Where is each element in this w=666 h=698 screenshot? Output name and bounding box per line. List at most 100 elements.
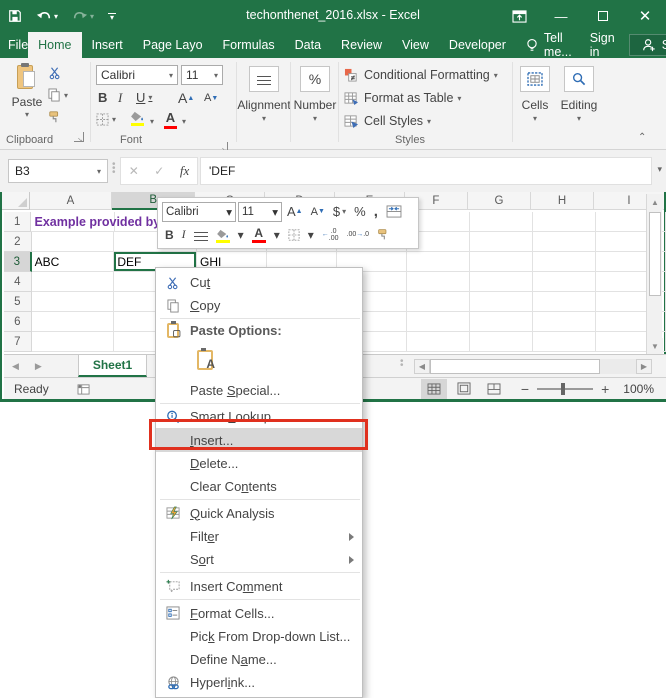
tab-formulas[interactable]: Formulas <box>213 32 285 58</box>
mini-currency-button[interactable]: $▾ <box>330 202 349 222</box>
menu-item-pick-from-list[interactable]: Pick From Drop-down List... <box>156 625 362 648</box>
row-header-7[interactable]: 7 <box>4 332 32 352</box>
row-header-1[interactable]: 1 <box>4 212 31 232</box>
macro-record-icon[interactable] <box>77 383 91 395</box>
horizontal-scrollbar[interactable]: ◀ ▶ <box>414 358 652 375</box>
decrease-decimal-icon[interactable]: .00→.0 <box>344 225 373 245</box>
mini-format-painter-icon[interactable] <box>374 225 393 245</box>
tell-me-box[interactable]: Tell me... <box>516 32 582 58</box>
mini-italic-button[interactable]: I <box>179 225 189 245</box>
name-box-dropdown-icon[interactable]: ▾ <box>97 167 101 176</box>
cell-F3[interactable] <box>407 252 470 272</box>
copy-button[interactable]: ▾ <box>48 88 68 102</box>
mini-font-color-dropdown-icon[interactable]: ▾ <box>271 225 283 245</box>
editing-group-button[interactable]: Editing ▾ <box>558 66 600 123</box>
share-button[interactable]: Share <box>629 34 666 56</box>
scroll-up-icon[interactable]: ▲ <box>647 194 663 210</box>
menu-item-define-name[interactable]: Define Name... <box>156 648 362 671</box>
fill-color-dropdown-icon[interactable]: ▾ <box>150 117 154 126</box>
tab-review[interactable]: Review <box>331 32 392 58</box>
conditional-formatting-button[interactable]: Conditional Formatting▾ <box>344 68 498 82</box>
cell-H5[interactable] <box>533 292 596 312</box>
sign-in-button[interactable]: Sign in <box>582 32 623 58</box>
font-color-button[interactable]: A <box>164 110 177 129</box>
menu-item-cut[interactable]: Cut <box>156 271 362 294</box>
zoom-out-button[interactable]: − <box>521 381 529 397</box>
tab-view[interactable]: View <box>392 32 439 58</box>
paste-button[interactable]: Paste ▾ <box>8 64 46 119</box>
cell-G2[interactable] <box>470 232 533 252</box>
cell-G7[interactable] <box>470 332 533 352</box>
menu-item-clear-contents[interactable]: Clear Contents <box>156 475 362 498</box>
cell-A1[interactable]: Example provided by <box>31 212 115 232</box>
format-painter-button[interactable] <box>48 110 62 124</box>
mini-font-name-select[interactable]: Calibri▾ <box>162 202 236 222</box>
cell-F4[interactable] <box>407 272 470 292</box>
menu-item-filter[interactable]: Filter <box>156 525 362 548</box>
vertical-scroll-thumb[interactable] <box>649 212 661 296</box>
cancel-icon[interactable]: ✕ <box>129 164 139 178</box>
underline-button[interactable]: U▾ <box>136 90 152 105</box>
collapse-ribbon-icon[interactable]: ⌃ <box>638 132 646 143</box>
mini-bold-button[interactable]: B <box>162 225 177 245</box>
menu-item-paste-special[interactable]: Paste Special... <box>156 379 362 402</box>
menu-item-quick-analysis[interactable]: Quick Analysis <box>156 501 362 525</box>
tabbar-splitter[interactable]: •• <box>400 360 404 368</box>
cell-G3[interactable] <box>470 252 533 272</box>
cell-F5[interactable] <box>407 292 470 312</box>
bold-button[interactable]: B <box>98 90 107 105</box>
cell-A5[interactable] <box>32 292 115 312</box>
cell-H7[interactable] <box>533 332 596 352</box>
mini-fill-color-button[interactable] <box>213 225 233 245</box>
page-break-view-button[interactable] <box>481 379 507 399</box>
horizontal-scroll-track[interactable] <box>600 359 636 374</box>
mini-shrink-font-button[interactable]: A▼ <box>308 202 328 222</box>
mini-fill-color-dropdown-icon[interactable]: ▾ <box>235 225 247 245</box>
paste-dropdown-icon[interactable]: ▾ <box>25 110 29 119</box>
scroll-right-icon[interactable]: ▶ <box>636 359 652 374</box>
column-header-h[interactable]: H <box>531 192 594 210</box>
page-layout-view-button[interactable] <box>451 379 477 399</box>
cell-H4[interactable] <box>533 272 596 292</box>
tab-data[interactable]: Data <box>285 32 331 58</box>
sheet-nav-left-icon[interactable]: ◀ <box>4 355 27 377</box>
column-header-g[interactable]: G <box>468 192 531 210</box>
zoom-level[interactable]: 100% <box>623 382 654 396</box>
increase-decimal-icon[interactable]: ←.0.00 <box>319 225 342 245</box>
mini-comma-button[interactable]: , <box>371 202 381 222</box>
tab-developer[interactable]: Developer <box>439 32 516 58</box>
cell-F6[interactable] <box>407 312 470 332</box>
borders-button[interactable]: ▾ <box>96 113 116 126</box>
mini-borders-dropdown-icon[interactable]: ▾ <box>305 225 317 245</box>
format-as-table-button[interactable]: Format as Table▾ <box>344 91 461 105</box>
cell-A4[interactable] <box>32 272 115 292</box>
close-button[interactable]: ✕ <box>624 0 666 32</box>
tab-insert[interactable]: Insert <box>82 32 133 58</box>
normal-view-button[interactable] <box>421 379 447 399</box>
cells-group-button[interactable]: Cells ▾ <box>515 66 555 123</box>
insert-function-icon[interactable]: fx <box>180 163 189 179</box>
row-header-3[interactable]: 3 <box>4 252 32 272</box>
zoom-slider-thumb[interactable] <box>561 383 565 395</box>
cell-F7[interactable] <box>407 332 470 352</box>
zoom-slider[interactable] <box>537 388 593 390</box>
tab-page-layout[interactable]: Page Layo <box>133 32 213 58</box>
maximize-button[interactable] <box>582 0 624 32</box>
cell-styles-button[interactable]: Cell Styles▾ <box>344 114 431 128</box>
expand-formula-bar-icon[interactable]: ▾ <box>657 164 662 175</box>
cell-H1[interactable] <box>533 212 596 232</box>
formula-bar-splitter[interactable]: ••• <box>112 163 116 175</box>
cell-G5[interactable] <box>470 292 533 312</box>
cell-H3[interactable] <box>533 252 596 272</box>
formula-input[interactable]: 'DEF <box>200 157 652 185</box>
enter-icon[interactable]: ✓ <box>154 164 164 178</box>
name-box[interactable]: B3 ▾ <box>8 159 108 183</box>
font-size-select[interactable]: 11▾ <box>181 65 223 85</box>
fill-color-button[interactable] <box>130 111 145 126</box>
shrink-font-button[interactable]: A▼ <box>204 92 218 104</box>
cell-H2[interactable] <box>533 232 596 252</box>
cell-A7[interactable] <box>32 332 115 352</box>
cell-H6[interactable] <box>533 312 596 332</box>
ribbon-display-options-icon[interactable] <box>498 0 540 32</box>
select-all-corner[interactable] <box>2 192 30 210</box>
